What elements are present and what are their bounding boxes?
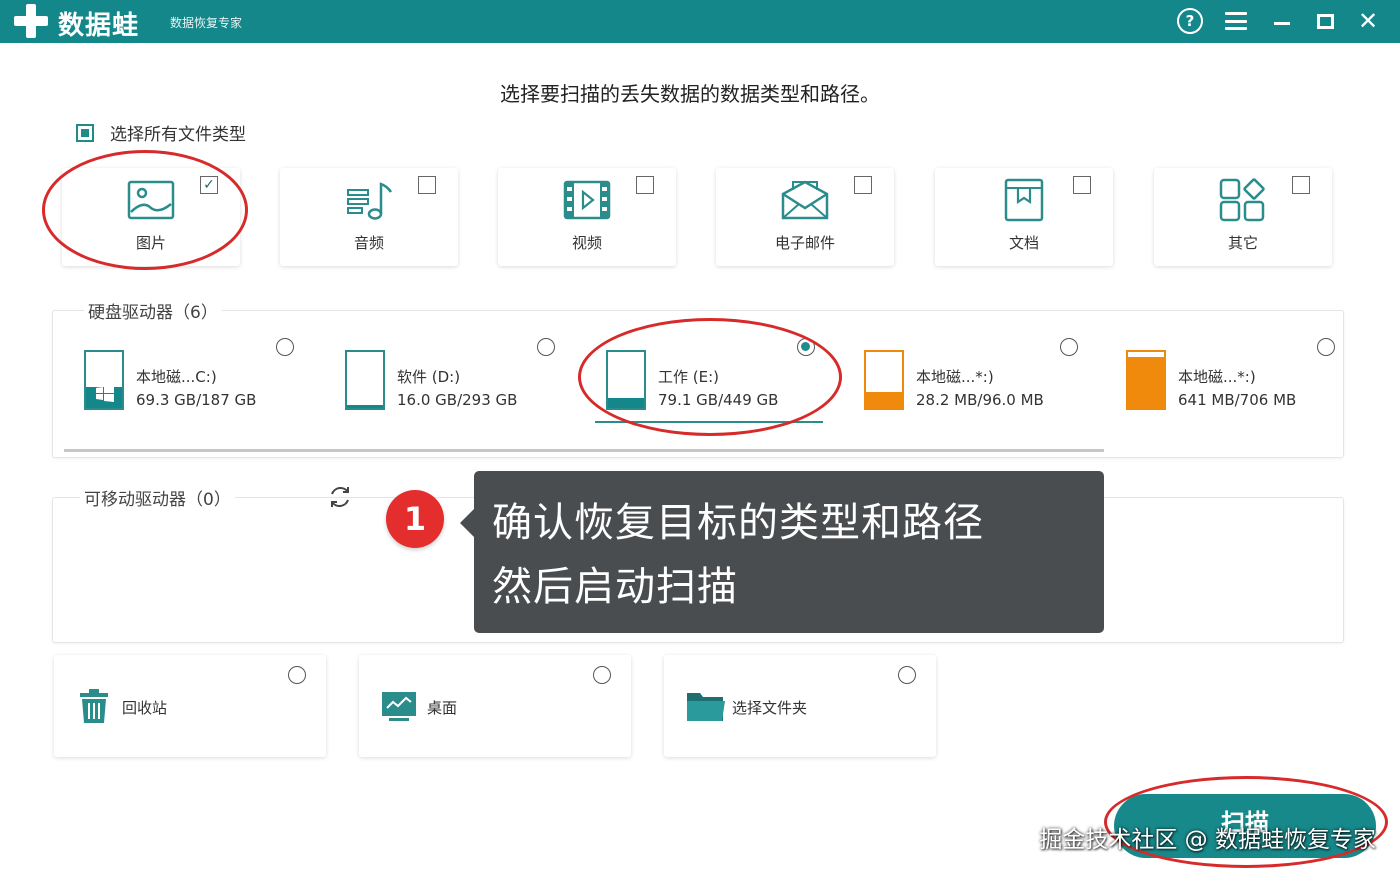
drive-radio[interactable] (276, 338, 294, 356)
file-type-checkbox[interactable] (636, 176, 654, 194)
file-type-card-email[interactable]: 电子邮件 (716, 168, 894, 266)
file-type-label: 视频 (571, 234, 602, 252)
file-type-checkbox[interactable] (1073, 176, 1091, 194)
document-icon (1004, 178, 1044, 222)
file-type-label: 电子邮件 (774, 234, 835, 252)
location-label: 桌面 (427, 699, 458, 717)
drive-radio[interactable] (1317, 338, 1335, 356)
location-card-recycle-bin[interactable]: 回收站 (54, 655, 326, 757)
help-icon: ? (1177, 8, 1203, 34)
app-name: 数据蛙 (58, 11, 140, 41)
select-all-checkbox[interactable]: 选择所有文件类型 (76, 120, 246, 145)
maximize-icon (1316, 13, 1334, 29)
maximize-button[interactable] (1307, 4, 1343, 38)
hard-drive-title: 硬盘驱动器（6） (84, 298, 222, 323)
drive-radio[interactable] (537, 338, 555, 356)
file-type-card-audio[interactable]: 音频 (280, 168, 458, 266)
email-icon (781, 180, 829, 220)
drive-list-scrollbar[interactable] (64, 449, 1104, 452)
tooltip-line-1: 确认恢复目标的类型和路径 (492, 500, 984, 546)
drive-size: 16.0 GB/293 GB (397, 391, 518, 409)
drive-name: 本地磁...*:) (1178, 368, 1256, 386)
location-label: 回收站 (122, 699, 168, 717)
drive-size: 69.3 GB/187 GB (136, 391, 257, 409)
file-type-checkbox[interactable]: ✓ (200, 176, 218, 194)
minimize-icon (1274, 21, 1290, 25)
instruction-text: 选择要扫描的丢失数据的数据类型和路径。 (500, 82, 880, 106)
close-icon: ✕ (1357, 7, 1379, 35)
drive-radio[interactable] (1060, 338, 1078, 356)
file-type-label: 文档 (1008, 234, 1039, 252)
file-type-card-other[interactable]: 其它 (1154, 168, 1332, 266)
image-icon (127, 180, 175, 220)
menu-button[interactable] (1218, 4, 1254, 38)
recycle-bin-icon (80, 689, 108, 723)
step-number-badge: 1 (386, 490, 444, 548)
selected-drive-underline (595, 421, 823, 423)
watermark-text: 掘金技术社区 @ 数据蛙恢复专家 (1039, 827, 1376, 853)
file-type-checkbox[interactable] (418, 176, 436, 194)
location-radio[interactable] (288, 666, 306, 684)
file-type-label: 图片 (135, 234, 166, 252)
location-label: 选择文件夹 (732, 699, 808, 717)
drive-usage-bar (608, 397, 644, 408)
music-icon (347, 182, 393, 220)
menu-icon (1225, 12, 1247, 30)
help-button[interactable]: ? (1172, 4, 1208, 38)
other-icon (1219, 178, 1265, 222)
file-type-label: 音频 (353, 234, 384, 252)
drive-size: 79.1 GB/449 GB (658, 391, 779, 409)
drive-usage-bar (1128, 357, 1164, 408)
drive-icon (864, 350, 904, 410)
close-button[interactable]: ✕ (1350, 4, 1386, 38)
minimize-button[interactable] (1264, 4, 1300, 38)
file-type-card-video[interactable]: 视频 (498, 168, 676, 266)
app-subtitle: 数据恢复专家 (170, 16, 243, 30)
location-radio[interactable] (898, 666, 916, 684)
file-type-card-document[interactable]: 文档 (935, 168, 1113, 266)
refresh-icon[interactable] (327, 484, 353, 510)
location-radio[interactable] (593, 666, 611, 684)
removable-drive-title: 可移动驱动器（0） (80, 485, 235, 510)
drive-name: 软件 (D:) (397, 368, 461, 386)
location-card-desktop[interactable]: 桌面 (359, 655, 631, 757)
drive-name: 本地磁...C:) (136, 368, 217, 386)
select-all-label: 选择所有文件类型 (110, 125, 246, 145)
title-bar: 数据蛙 数据恢复专家 ? ✕ (0, 0, 1400, 43)
drive-usage-bar (866, 391, 902, 408)
file-type-checkbox[interactable] (854, 176, 872, 194)
drive-name: 本地磁...*:) (916, 368, 994, 386)
drive-icon (84, 350, 124, 410)
desktop-icon (382, 692, 416, 721)
drive-icon (606, 350, 646, 410)
location-card-folder[interactable]: 选择文件夹 (664, 655, 936, 757)
file-type-label: 其它 (1227, 234, 1258, 252)
drive-size: 28.2 MB/96.0 MB (916, 391, 1044, 409)
video-icon (563, 180, 611, 220)
drive-name: 工作 (E:) (658, 368, 720, 386)
windows-logo-icon (96, 386, 114, 402)
app-logo-icon (14, 4, 48, 38)
drive-size: 641 MB/706 MB (1178, 391, 1297, 409)
drive-radio-selected[interactable] (797, 338, 815, 356)
drive-usage-bar (347, 405, 383, 408)
file-type-card-image[interactable]: 图片 ✓ (62, 168, 240, 266)
drive-icon (1126, 350, 1166, 410)
folder-icon (687, 693, 725, 721)
tooltip-line-2: 然后启动扫描 (492, 564, 738, 610)
select-all-check-icon (76, 123, 94, 142)
drive-icon (345, 350, 385, 410)
tutorial-tooltip: 确认恢复目标的类型和路径 然后启动扫描 (460, 471, 1104, 633)
file-type-checkbox[interactable] (1292, 176, 1310, 194)
